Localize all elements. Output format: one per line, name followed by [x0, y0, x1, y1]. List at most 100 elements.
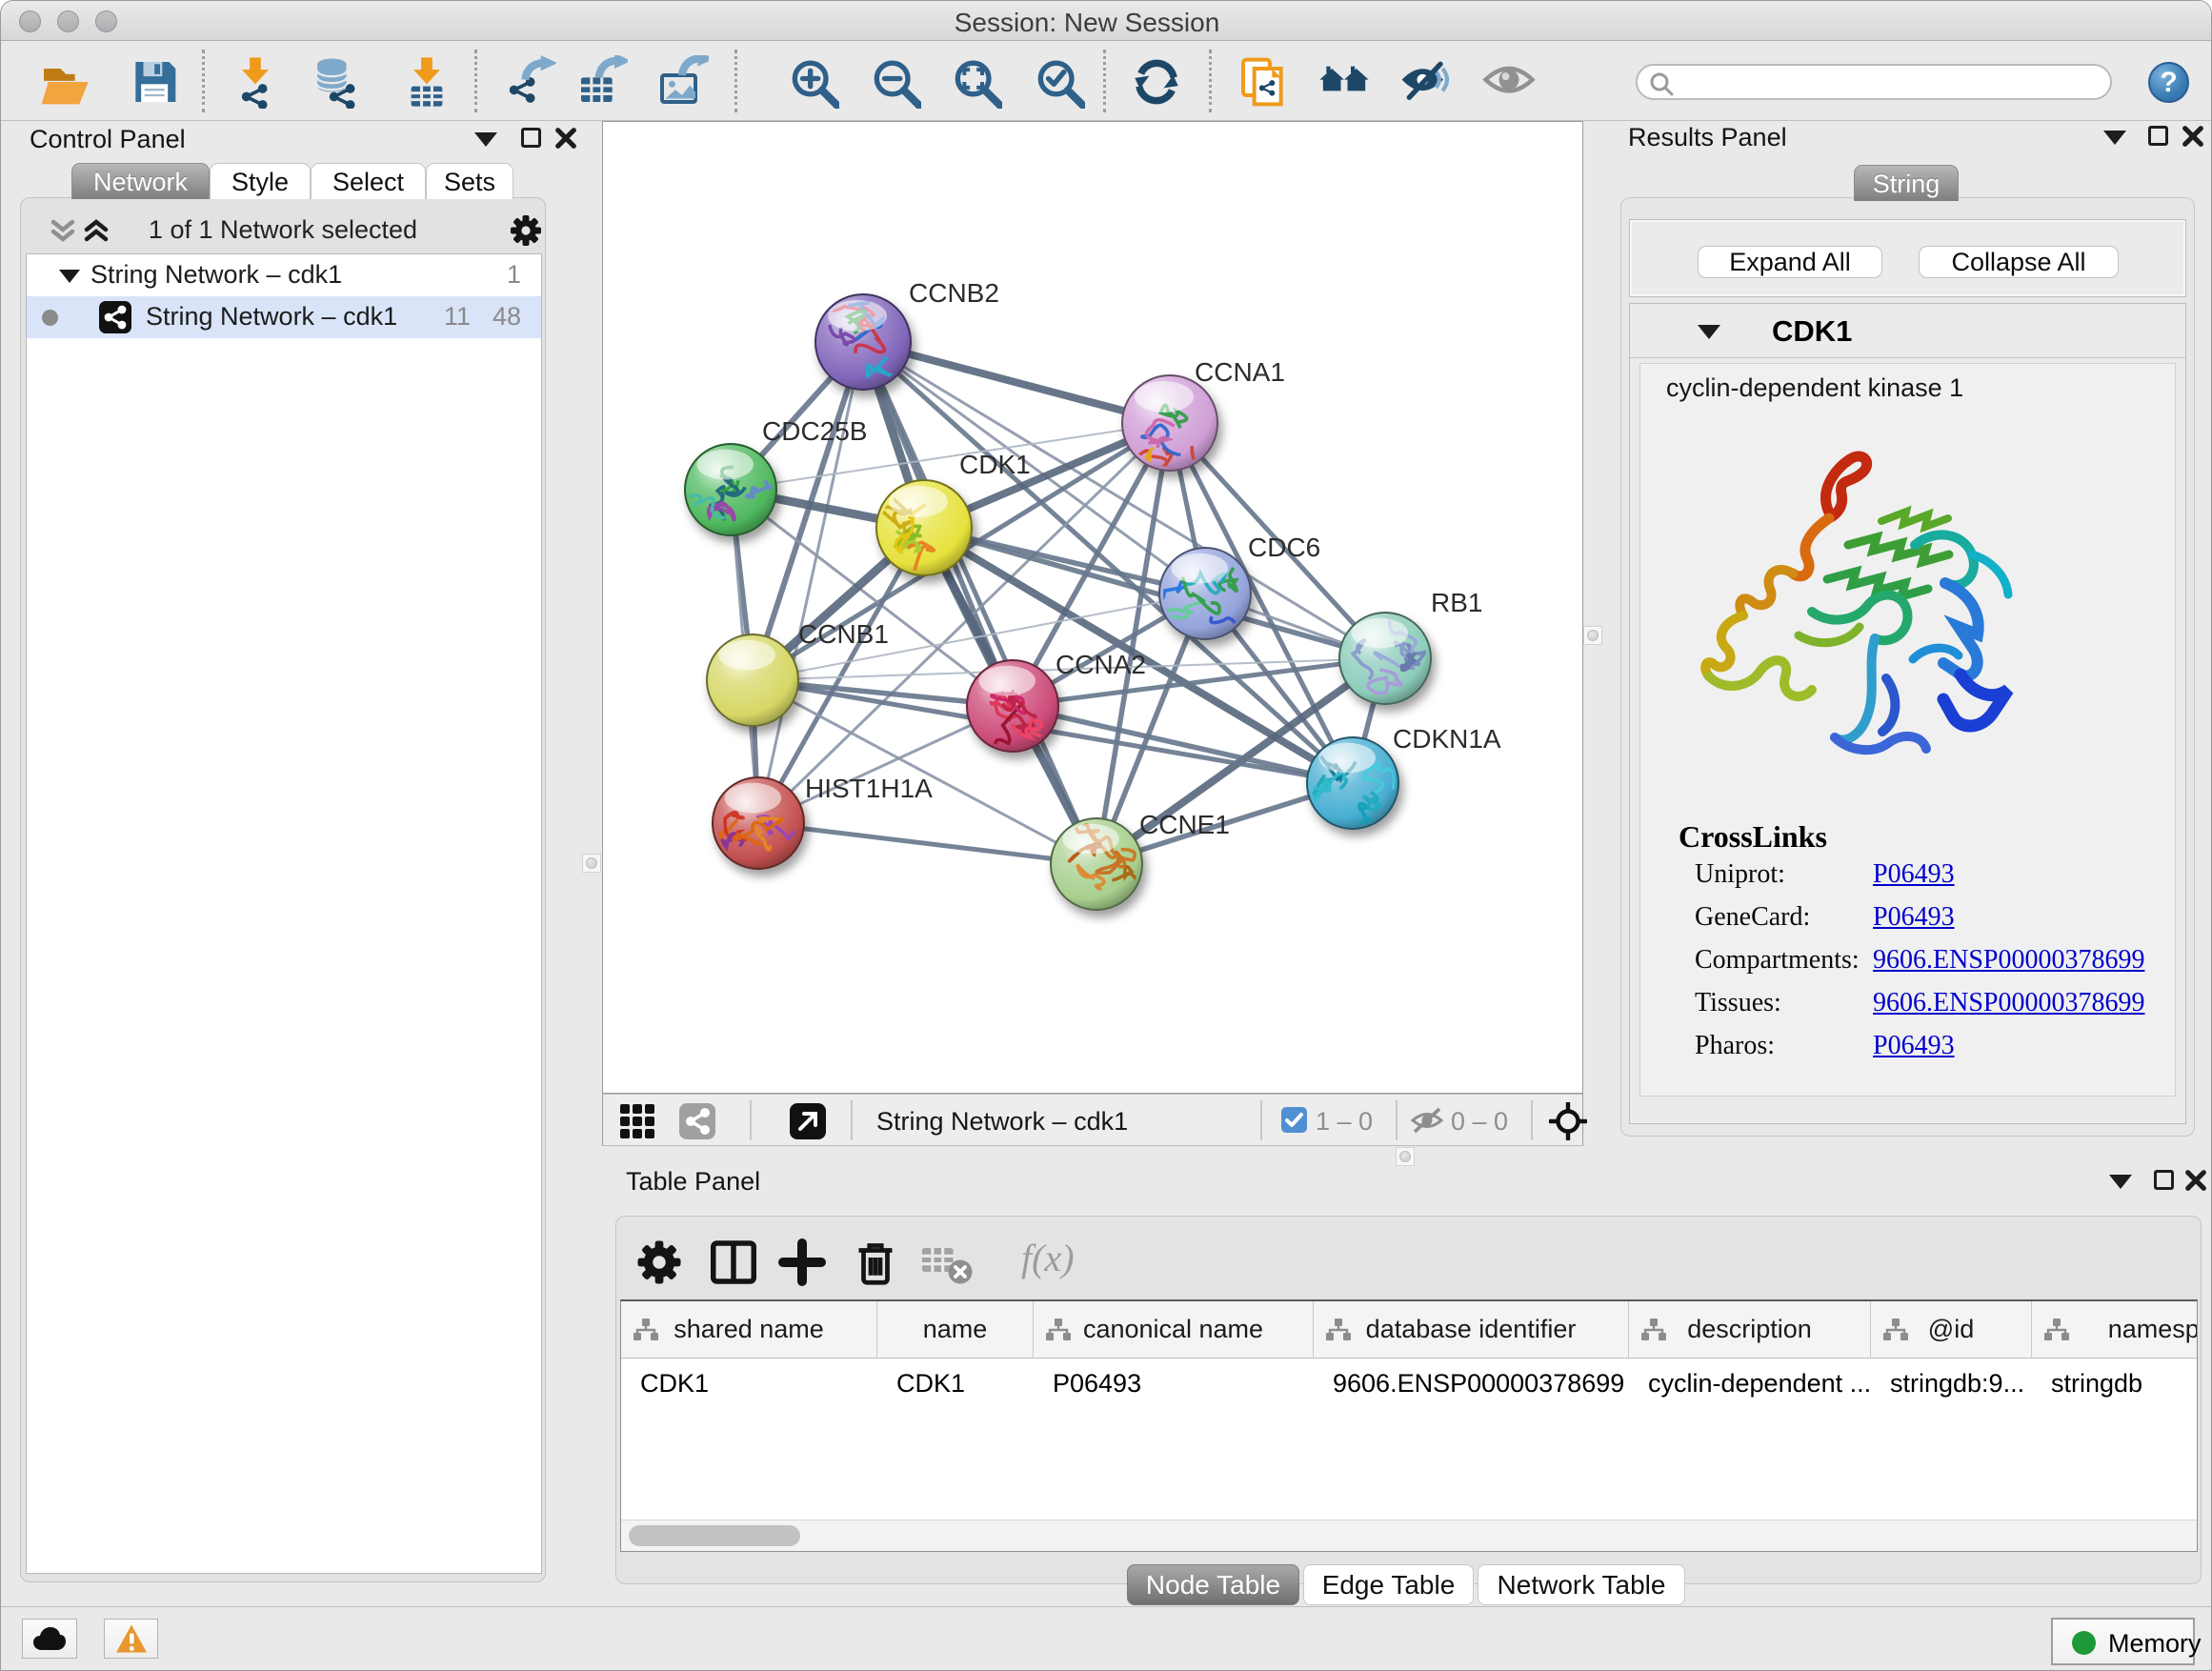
tab-select[interactable]: Select [311, 163, 426, 199]
close-panel-button[interactable] [2184, 1169, 2207, 1192]
float-panel-button[interactable] [521, 128, 541, 148]
network-collection-row[interactable]: String Network – cdk1 1 [27, 254, 541, 296]
zoom-out-button[interactable] [868, 55, 921, 109]
show-grid-icon[interactable] [619, 1103, 655, 1144]
left-splitter-handle[interactable] [582, 854, 601, 873]
collapse-panel-button[interactable] [2109, 1175, 2132, 1189]
node-CCNB1[interactable] [707, 634, 798, 726]
tab-network-table[interactable]: Network Table [1478, 1564, 1685, 1605]
close-panel-button[interactable] [554, 127, 577, 150]
export-table-button[interactable] [574, 55, 628, 109]
crosslink-value-link[interactable]: 9606.ENSP00000378699 [1873, 945, 2144, 976]
float-panel-button[interactable] [2154, 1170, 2174, 1190]
cloud-button[interactable] [22, 1619, 77, 1659]
tab-style[interactable]: Style [210, 163, 311, 199]
delete-table-button[interactable] [917, 1234, 975, 1291]
open-in-new-window-icon[interactable] [790, 1103, 826, 1144]
show-all-button[interactable] [1482, 55, 1536, 109]
search-box[interactable] [1636, 64, 2112, 100]
split-columns-button[interactable] [705, 1234, 762, 1291]
table-settings-button[interactable] [631, 1234, 688, 1291]
tab-network[interactable]: Network [71, 163, 210, 199]
node-CCNB2[interactable] [815, 294, 911, 390]
expand-all-button[interactable]: Expand All [1698, 246, 1882, 278]
section-collapse-icon[interactable] [1698, 325, 1720, 339]
hide-selected-icon [1400, 55, 1454, 109]
node-CDC25B[interactable] [684, 444, 776, 535]
tree-expander-icon[interactable] [59, 270, 80, 283]
horizontal-splitter-handle[interactable] [1396, 1147, 1415, 1166]
toolbar-separator [1103, 50, 1106, 112]
crosslink-value-link[interactable]: P06493 [1873, 1031, 1955, 1061]
float-panel-button[interactable] [2148, 126, 2168, 146]
import-table-button[interactable] [400, 55, 453, 109]
column-header-canonical-name[interactable]: canonical name [1034, 1301, 1314, 1359]
tab-node-table[interactable]: Node Table [1127, 1564, 1299, 1605]
table-panel-title: Table Panel [626, 1167, 760, 1197]
import-network-database-button[interactable] [310, 55, 363, 109]
copy-style-button[interactable] [1237, 55, 1290, 109]
crosslink-value-link[interactable]: P06493 [1873, 859, 1955, 890]
warnings-button[interactable] [104, 1619, 158, 1659]
column-header--id[interactable]: @id [1871, 1301, 2032, 1359]
delete-column-button[interactable] [847, 1234, 904, 1291]
node-CDKN1A[interactable] [1307, 737, 1398, 837]
column-label: canonical name [1034, 1315, 1313, 1344]
crosslink-value-link[interactable]: 9606.ENSP00000378699 [1873, 988, 2144, 1018]
column-header-namespace[interactable]: namespace [2032, 1301, 2198, 1359]
memory-button[interactable]: Memory [2051, 1618, 2195, 1665]
tab-string[interactable]: String [1854, 165, 1959, 201]
add-column-icon [774, 1234, 831, 1291]
first-neighbors-button[interactable] [1317, 55, 1371, 109]
crosslink-label: GeneCard: [1695, 902, 1810, 933]
crosslink-value-link[interactable]: P06493 [1873, 902, 1955, 933]
right-splitter-handle[interactable] [1583, 626, 1602, 645]
zoom-selected-button[interactable] [1032, 55, 1085, 109]
column-header-shared-name[interactable]: shared name [621, 1301, 877, 1359]
node-HIST1H1A[interactable] [692, 777, 804, 869]
export-network-button[interactable] [503, 55, 556, 109]
column-label: description [1629, 1315, 1870, 1344]
search-input[interactable] [1681, 68, 2101, 96]
help-button[interactable]: ? [2148, 62, 2189, 103]
function-builder-button[interactable]: f(x) [1021, 1236, 1075, 1280]
node-CCNE1[interactable] [1051, 818, 1142, 910]
selected-checkbox-icon[interactable] [1281, 1107, 1307, 1133]
network-row[interactable]: String Network – cdk1 11 48 [27, 296, 541, 338]
open-session-button[interactable] [37, 55, 90, 109]
table-row[interactable]: CDK1CDK1P064939606.ENSP00000378699cyclin… [621, 1359, 2198, 1409]
birds-eye-view-icon[interactable] [1549, 1102, 1587, 1145]
tab-edge-table[interactable]: Edge Table [1303, 1564, 1474, 1605]
network-graph[interactable]: CCNB2CCNA1CDC25BCDK1CDC6RB1CCNB1CCNA2CDK… [603, 122, 1582, 1093]
add-column-button[interactable] [774, 1234, 831, 1291]
edge-CCNB2-HIST1H1A[interactable] [758, 342, 863, 823]
cdk1-section-header[interactable]: CDK1 [1630, 304, 2185, 358]
collapse-panel-button[interactable] [474, 132, 497, 147]
tab-sets[interactable]: Sets [426, 163, 513, 199]
close-panel-button[interactable] [2182, 125, 2204, 148]
column-header-database-identifier[interactable]: database identifier [1314, 1301, 1629, 1359]
save-session-button[interactable] [127, 55, 180, 109]
edge-HIST1H1A-CCNE1[interactable] [758, 823, 1096, 864]
title-bar: Session: New Session [1, 1, 2211, 41]
zoom-in-button[interactable] [786, 55, 839, 109]
network-canvas[interactable]: CCNB2CCNA1CDC25BCDK1CDC6RB1CCNB1CCNA2CDK… [602, 121, 1583, 1094]
scrollbar-thumb[interactable] [629, 1525, 800, 1546]
table-settings-icon [631, 1234, 688, 1291]
node-RB1[interactable] [1339, 613, 1431, 704]
share-view-icon[interactable] [679, 1103, 715, 1144]
export-image-button[interactable] [655, 55, 709, 109]
table-horizontal-scrollbar[interactable] [621, 1520, 2197, 1551]
zoom-fit-button[interactable] [949, 55, 1002, 109]
refresh-layout-button[interactable] [1130, 55, 1183, 109]
collapse-panel-button[interactable] [2103, 131, 2126, 145]
column-header-description[interactable]: description [1629, 1301, 1871, 1359]
network-options-gear-icon[interactable] [509, 213, 543, 252]
collapse-all-button[interactable]: Collapse All [1919, 246, 2119, 278]
hide-selected-button[interactable] [1400, 55, 1454, 109]
crosslink-row: Uniprot: P06493 [1640, 859, 2175, 902]
column-header-name[interactable]: name [877, 1301, 1034, 1359]
import-network-file-button[interactable] [229, 55, 282, 109]
results-panel-title: Results Panel [1628, 123, 1787, 152]
network-selection-label: 1 of 1 Network selected [21, 215, 545, 245]
